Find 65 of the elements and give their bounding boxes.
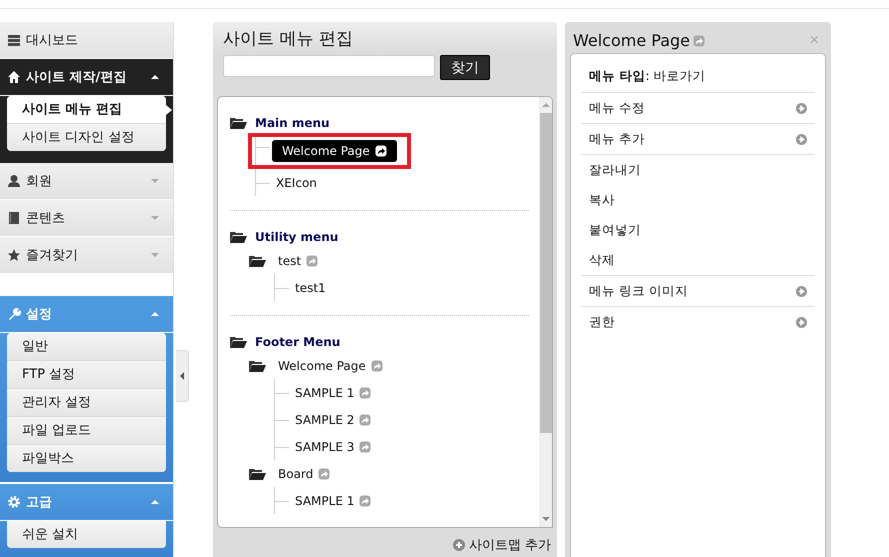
sidebar-section[interactable]: 회원 [0, 163, 173, 200]
add-sitemap-button[interactable]: 사이트맵 추가 [452, 536, 551, 554]
expand-arrow-icon[interactable] [151, 216, 159, 220]
sidebar-item[interactable]: FTP 설정 [7, 361, 166, 389]
sidebar-section[interactable]: 콘텐츠 [0, 200, 173, 237]
sidebar-item[interactable]: 사이트 메뉴 편집 [7, 96, 166, 124]
section-label[interactable]: 콘텐츠 [26, 209, 146, 227]
sidebar-item[interactable]: 쉬운 설치 [7, 521, 166, 548]
home-icon [7, 70, 21, 84]
section-label[interactable]: 사이트 제작/편집 [26, 68, 146, 86]
folder-icon [249, 254, 266, 266]
sidebar-item[interactable]: 파일박스 [7, 445, 166, 472]
menu-action[interactable]: 삭제 [581, 245, 815, 275]
folder-icon [230, 336, 247, 348]
menu-group-title[interactable]: Main menu [255, 116, 330, 130]
sidebar-item[interactable]: 일반 [7, 333, 166, 361]
external-link-icon [693, 34, 706, 46]
menu-node[interactable]: test [272, 252, 324, 270]
menu-action[interactable]: 복사 [581, 185, 815, 215]
star-icon [7, 248, 21, 262]
folder-icon [249, 360, 266, 372]
folder-icon [230, 231, 247, 243]
sidebar-item[interactable]: 관리자 설정 [7, 389, 166, 417]
menu-node[interactable]: test1 [289, 278, 332, 296]
menu-node[interactable]: SAMPLE 2 [289, 410, 378, 428]
collapse-arrow-icon[interactable] [151, 75, 159, 79]
menu-node[interactable]: SAMPLE 1 [289, 384, 378, 402]
menu-group-title[interactable]: Utility menu [255, 230, 338, 244]
person-icon [7, 174, 21, 188]
section-label[interactable]: 즐겨찾기 [26, 246, 146, 264]
plus-icon [452, 539, 465, 551]
menu-node[interactable]: Board [272, 464, 336, 482]
collapse-handle[interactable] [176, 350, 189, 402]
menu-group-title[interactable]: Footer Menu [255, 335, 340, 349]
menu-node[interactable]: Welcome Page [272, 140, 397, 162]
menu-action[interactable]: 메뉴 수정 [581, 93, 815, 123]
wrench-icon [7, 307, 21, 321]
menu-type-text: 메뉴 타입: 바로가기 [588, 67, 707, 85]
sidebar-section[interactable]: 즐겨찾기 [0, 237, 173, 274]
section-label[interactable]: 대시보드 [26, 31, 159, 49]
sidebar-item[interactable]: 사이트 디자인 설정 [7, 124, 166, 151]
gear-icon [7, 495, 21, 509]
section-label[interactable]: 회원 [26, 172, 146, 190]
sidebar-section[interactable]: 대시보드 [0, 22, 173, 59]
menu-node[interactable]: Welcome Page [272, 356, 389, 374]
menu-node[interactable]: SAMPLE 1 [289, 492, 378, 510]
menu-action[interactable]: 붙여넣기 [581, 215, 815, 245]
search-button[interactable]: 찾기 [440, 55, 490, 80]
menu-action[interactable]: 메뉴 링크 이미지 [581, 276, 815, 306]
menu-action[interactable]: 잘라내기 [581, 155, 815, 185]
menu-node[interactable]: SAMPLE 3 [289, 438, 378, 456]
folder-icon [230, 117, 247, 129]
search-field[interactable] [223, 55, 435, 77]
menu-action[interactable]: 메뉴 추가 [581, 124, 815, 154]
expand-arrow-icon[interactable] [151, 253, 159, 257]
pointer-icon [166, 105, 172, 115]
menu-node[interactable]: XEIcon [270, 174, 323, 192]
panel-title: Welcome Page [573, 31, 690, 50]
menu-action[interactable]: 권한 [581, 307, 815, 337]
book-icon [7, 211, 21, 225]
list-icon [7, 33, 21, 47]
expand-arrow-icon[interactable] [151, 179, 159, 183]
folder-icon [249, 468, 266, 480]
scrollbar[interactable] [539, 97, 552, 527]
sidebar-item[interactable]: 파일 업로드 [7, 417, 166, 445]
